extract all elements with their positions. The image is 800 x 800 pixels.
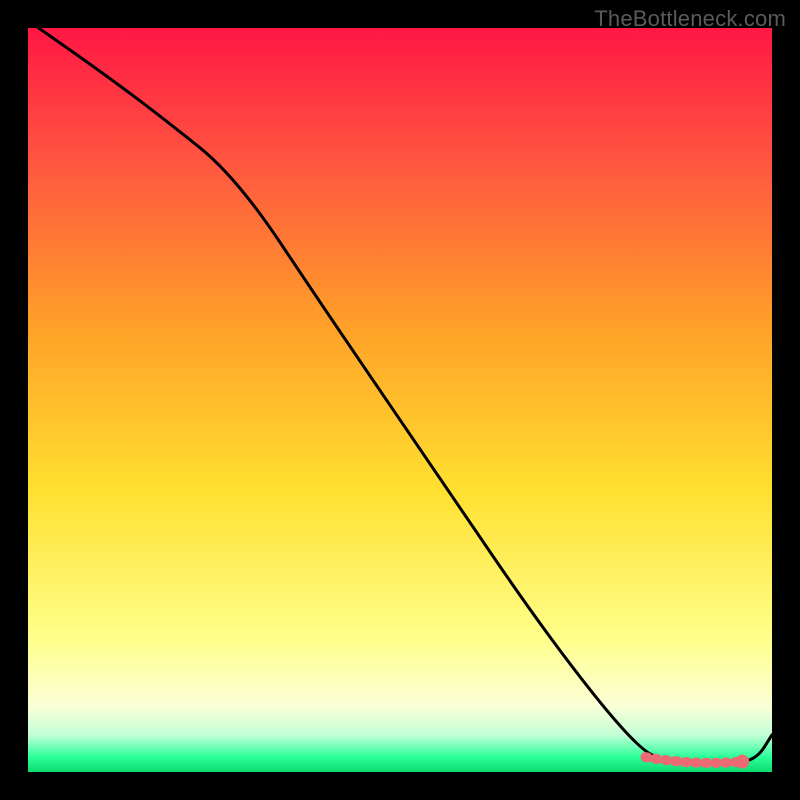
optimal-range-end-marker [735,755,749,769]
chart-container: TheBottleneck.com [0,0,800,800]
chart-svg [28,28,772,772]
chart-plot-area [28,28,772,772]
optimal-range-track [646,757,743,763]
gradient-background [28,28,772,772]
watermark-text: TheBottleneck.com [594,6,786,32]
